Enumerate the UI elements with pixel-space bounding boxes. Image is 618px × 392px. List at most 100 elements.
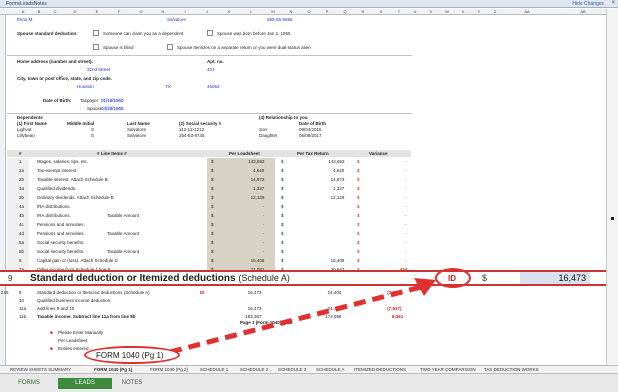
divider: [7, 113, 412, 114]
lower-leadsheet-value[interactable]: 16,473: [248, 306, 262, 311]
col-ab[interactable]: AB: [568, 9, 598, 14]
currency-symbol: $: [357, 186, 360, 191]
tab-two-year-comparison[interactable]: TWO YEAR COMPARISON: [420, 367, 476, 372]
variance-value: -: [404, 258, 407, 263]
lower-tax-return-value[interactable]: 24,400: [328, 290, 342, 295]
leads-button[interactable]: LEADS: [58, 378, 112, 389]
dep1-ssn[interactable]: 112-12-1212: [179, 127, 204, 132]
lower-leadsheet-value[interactable]: 16,473: [248, 290, 262, 295]
apt-label: Apt. no.: [207, 59, 224, 64]
dep2-first[interactable]: Lillybean: [17, 133, 35, 138]
leadsheet-value[interactable]: 12,129: [251, 195, 265, 200]
dep-col-last: Last Name: [127, 121, 150, 126]
checkbox-spouse-itemizes[interactable]: [167, 44, 173, 50]
tab-schedule-2[interactable]: SCHEDULE 2: [240, 367, 268, 372]
forms-button[interactable]: FORMS: [0, 378, 58, 389]
tab-form-1040-pg1[interactable]: FORM 1040 (Pg 1): [94, 367, 132, 372]
taxpayer-dob-label: Taxpayer: [80, 98, 99, 103]
lower-line-id: ID: [200, 290, 205, 295]
dep2-mi[interactable]: S: [91, 133, 94, 138]
checkbox-spouse-born[interactable]: [207, 30, 213, 36]
itemized-deduction-highlight: 9 Standard deduction or Itemized deducti…: [0, 270, 606, 286]
city-value[interactable]: Houston: [77, 84, 94, 89]
tax-return-value[interactable]: 4,640: [333, 168, 344, 173]
street-value[interactable]: 32nd Street: [87, 67, 110, 72]
leadsheet-value[interactable]: -: [263, 213, 265, 218]
notes-button[interactable]: NOTES: [112, 378, 152, 389]
state-value[interactable]: TX: [165, 84, 171, 89]
leadsheet-column-bg: [207, 158, 275, 286]
spouse-dob[interactable]: 04/29/1965: [101, 106, 124, 111]
checkbox-dependent[interactable]: [93, 30, 99, 36]
tab-review-sheets[interactable]: REVIEW SHEETS SUMMARY: [10, 367, 71, 372]
dep1-rel[interactable]: Son: [259, 127, 267, 132]
checkbox-spouse-blind[interactable]: [93, 44, 99, 50]
lower-leadsheet-value[interactable]: 183,357: [245, 314, 261, 319]
line-label: Tax-exempt interest: [37, 168, 77, 173]
currency-symbol: $: [357, 168, 360, 173]
leadsheet-value[interactable]: -: [263, 249, 265, 254]
taxpayer-dob[interactable]: 01/18/1960: [101, 98, 124, 103]
scroll-indicator[interactable]: [611, 217, 614, 220]
tax-return-value[interactable]: 142,653: [328, 159, 344, 164]
vertical-scrollbar[interactable]: [606, 9, 618, 365]
leadsheet-value[interactable]: 15,408: [251, 258, 265, 263]
line-label: Social security benefits.: [37, 240, 85, 245]
tab-schedule-1[interactable]: SCHEDULE 1: [200, 367, 228, 372]
tab-schedule-a[interactable]: SCHEDULE A: [316, 367, 345, 372]
dep1-dob[interactable]: 09/04/2015: [299, 127, 322, 132]
dep1-mi[interactable]: S: [91, 127, 94, 132]
currency-symbol: $: [357, 222, 360, 227]
leadsheet-value[interactable]: 14,973: [251, 177, 265, 182]
tab-tax-deduction-works[interactable]: TAX DEDUCTION WORKS: [484, 367, 539, 372]
leadsheet-value[interactable]: -: [263, 204, 265, 209]
currency-symbol: $: [357, 249, 360, 254]
tax-return-value[interactable]: 14,973: [331, 177, 345, 182]
tab-itemized-deductions[interactable]: ITEMIZED DEDUCTIONS: [354, 367, 406, 372]
note-bullet-1: ■: [50, 330, 53, 335]
leadsheet-value[interactable]: -: [263, 222, 265, 227]
leadsheet-value[interactable]: 4,640: [253, 168, 264, 173]
variance-value: -: [404, 204, 407, 209]
sheet-tabs-bar: REVIEW SHEETS SUMMARY FORM 1040 (Pg 1) F…: [0, 365, 618, 373]
tax-return-value[interactable]: 12,129: [331, 195, 345, 200]
dep2-dob[interactable]: 06/08/2017: [299, 133, 322, 138]
leadsheet-value[interactable]: -: [263, 240, 265, 245]
line-number-column-bg: [7, 158, 29, 286]
zip-value[interactable]: 46063: [207, 84, 220, 89]
currency-symbol: $: [357, 213, 360, 218]
col-z[interactable]: Z: [480, 9, 510, 14]
home-address-label: Home address (number and street).: [17, 59, 93, 64]
dep2-last[interactable]: Salvatore: [127, 133, 146, 138]
form-1040-callout-label: FORM 1040 (Pg 1): [96, 351, 164, 360]
note-2: Per Leadsheet: [58, 338, 88, 343]
leadsheet-value[interactable]: -: [263, 231, 265, 236]
tab-form-1040-pg2[interactable]: FORM 1040 (Pg 2): [150, 367, 188, 372]
row-number: 245: [1, 290, 9, 295]
dep-col-ssn: (2) Social security #: [179, 121, 222, 126]
dep1-first[interactable]: Lighvot: [17, 127, 32, 132]
close-icon[interactable]: ×: [611, 0, 615, 6]
dep1-last[interactable]: Salvatore: [127, 127, 146, 132]
line-number: 1: [19, 159, 22, 164]
hide-changes-link[interactable]: Hide Changes: [572, 1, 604, 7]
col-aa[interactable]: AA: [512, 9, 542, 14]
deduction-amount[interactable]: 16,473: [520, 272, 590, 284]
taxpayer-name[interactable]: Elmo M.: [17, 17, 34, 22]
lower-tax-return-value[interactable]: 24,400: [328, 306, 342, 311]
variance-value: -: [404, 186, 407, 191]
leadsheet-value[interactable]: 142,653: [248, 159, 264, 164]
currency-symbol: $: [211, 159, 214, 164]
tax-return-value[interactable]: 1,337: [333, 186, 344, 191]
currency-symbol: $: [357, 240, 360, 245]
deduction-label-main: Standard deduction or Itemized deduction…: [30, 273, 236, 284]
tab-schedule-3[interactable]: SCHEDULE 3: [278, 367, 306, 372]
taxpayer-last[interactable]: Salvatore: [167, 17, 186, 22]
taxpayer-phone[interactable]: 555-55-5555: [267, 17, 293, 22]
lower-tax-return-value[interactable]: 174,996: [325, 314, 341, 319]
dep2-rel[interactable]: Daughter: [259, 133, 278, 138]
apt-value[interactable]: 401: [207, 67, 215, 72]
dep2-ssn[interactable]: 254-63-8745: [179, 133, 205, 138]
tax-return-value[interactable]: 15,408: [331, 258, 345, 263]
leadsheet-value[interactable]: 1,337: [253, 186, 264, 191]
